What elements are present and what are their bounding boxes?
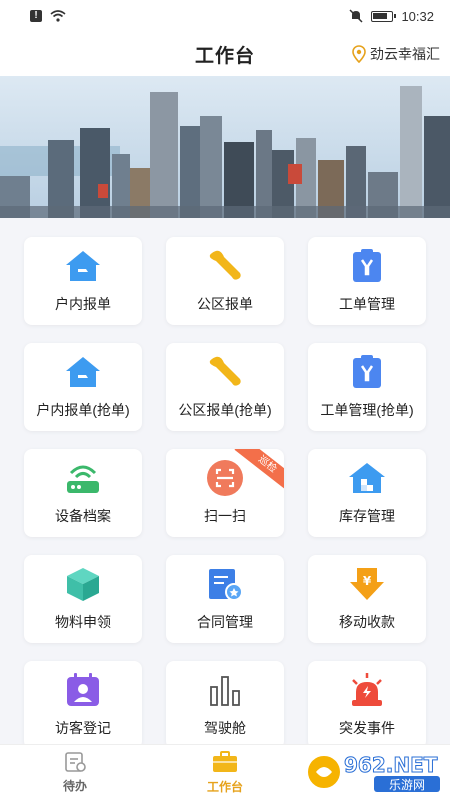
tile-label: 移动收款 [339,614,395,630]
router-icon [63,458,103,498]
tile-cockpit[interactable]: 驾驶舱 [166,661,284,744]
tile-material[interactable]: 物料申领 [24,555,142,643]
svg-text:962.NET: 962.NET [344,753,438,777]
tile-label: 扫一扫 [204,508,246,524]
svg-text:乐游网: 乐游网 [389,778,425,792]
scan-icon [205,458,245,498]
tab-label: 待办 [62,779,87,793]
tile-payment[interactable]: ¥ 移动收款 [308,555,426,643]
tile-label: 公区报单 [197,296,253,312]
bar-chart-icon [205,670,245,710]
tab-todo[interactable]: 待办 [0,745,150,800]
warehouse-icon [347,458,387,498]
status-time: 10:32 [401,8,434,24]
tile-label: 突发事件 [339,720,395,736]
tile-label: 公区报单(抢单) [178,402,272,418]
tile-label: 物料申领 [55,614,111,630]
payment-icon: ¥ [347,564,387,604]
tile-label: 设备档案 [55,508,111,524]
svg-text:¥: ¥ [363,574,372,588]
tile-workorder-grab[interactable]: 工单管理(抢单) [308,343,426,431]
alarm-icon [347,670,387,710]
alert-icon: ! [30,10,42,22]
location-selector[interactable]: 劲云幸福汇 [352,44,440,64]
tile-label: 访客登记 [55,720,111,736]
tile-indoor-report[interactable]: 户内报单 [24,237,142,325]
function-grid: 户内报单 公区报单 工单管理 户内报单(抢单) 公区报单(抢单) 工单管理(抢单… [0,218,450,744]
page-title: 工作台 [194,45,255,67]
visitor-icon [63,670,103,710]
wrench-icon [205,352,245,392]
app-header: 工作台 劲云幸福汇 [0,32,450,76]
tile-label: 户内报单 [55,296,111,312]
contract-icon [205,564,245,604]
tile-equipment[interactable]: 设备档案 [24,449,142,537]
tile-public-report-grab[interactable]: 公区报单(抢单) [166,343,284,431]
tile-workorder[interactable]: 工单管理 [308,237,426,325]
tile-contract[interactable]: 合同管理 [166,555,284,643]
banner-image [0,76,450,218]
tile-label: 驾驶舱 [204,720,246,736]
tile-indoor-report-grab[interactable]: 户内报单(抢单) [24,343,142,431]
tile-label: 库存管理 [339,508,395,524]
clipboard-wrench-icon [347,246,387,286]
tile-label: 户内报单(抢单) [36,402,130,418]
mute-icon [349,9,363,23]
house-wrench-icon [63,352,103,392]
tab-workbench[interactable]: 工作台 [150,745,300,800]
battery-icon [371,10,397,22]
briefcase-icon [213,751,237,772]
status-bar: ! 10:32 [0,0,450,32]
wifi-icon [50,10,66,22]
tab-label: 工作台 [206,780,243,794]
house-wrench-icon [63,246,103,286]
watermark-logo: 962.NET 乐游网 [304,748,444,794]
tile-visitor[interactable]: 访客登记 [24,661,142,744]
box-icon [63,564,103,604]
location-pin-icon [352,45,366,63]
tile-emergency[interactable]: 突发事件 [308,661,426,744]
todo-icon [65,752,86,772]
tile-label: 工单管理 [339,296,395,312]
tile-scan[interactable]: 巡检 扫一扫 [166,449,284,537]
tile-label: 工单管理(抢单) [320,402,414,418]
tile-label: 合同管理 [197,614,253,630]
wrench-icon [205,246,245,286]
location-name: 劲云幸福汇 [370,46,440,62]
clipboard-wrench-icon [347,352,387,392]
tile-inventory[interactable]: 库存管理 [308,449,426,537]
tile-public-report[interactable]: 公区报单 [166,237,284,325]
